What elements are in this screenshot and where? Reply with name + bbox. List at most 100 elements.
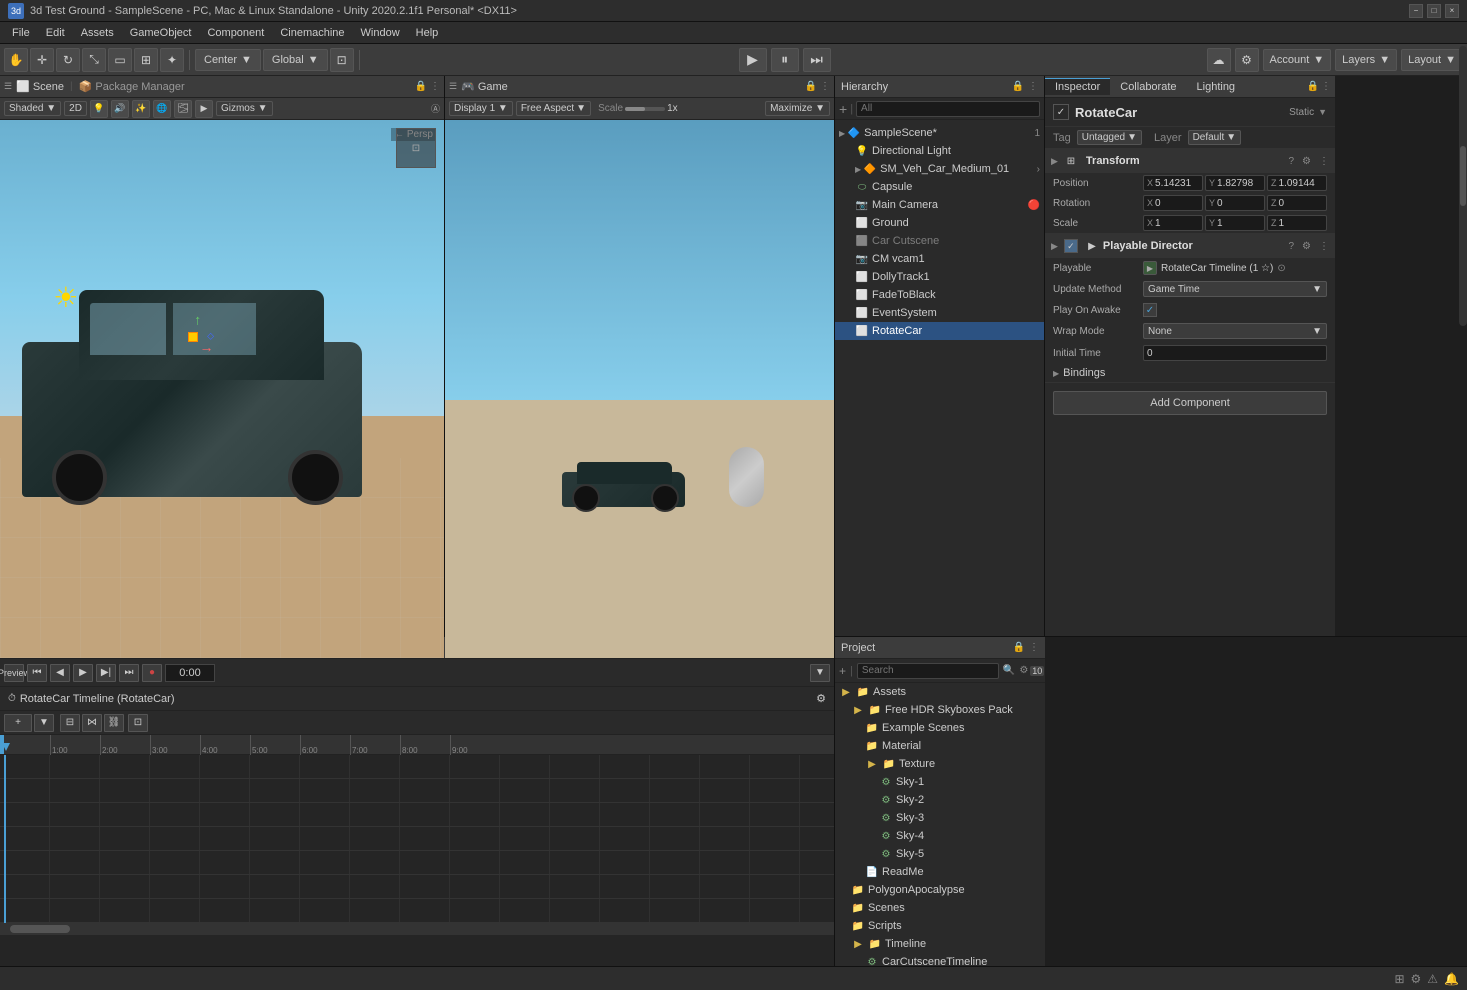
transform-menu[interactable]: ⋮ xyxy=(1319,156,1329,167)
play-button[interactable]: ▶ xyxy=(739,48,767,72)
proj-sky4[interactable]: ⚙ Sky-4 xyxy=(835,827,1045,845)
hier-item-camera[interactable]: 📷 Main Camera 🔴 xyxy=(835,196,1044,214)
timeline-scrollbar-thumb[interactable] xyxy=(10,925,70,933)
timeline-join-btn[interactable]: ⋈ xyxy=(82,714,102,732)
scene-light-btn[interactable]: 💡 xyxy=(90,100,108,118)
hier-item-rotatecar[interactable]: ⬜ RotateCar xyxy=(835,322,1044,340)
menu-file[interactable]: File xyxy=(4,25,38,41)
timeline-dropdown-btn[interactable]: ▼ xyxy=(810,664,830,682)
proj-readme[interactable]: 📄 ReadMe xyxy=(835,863,1045,881)
menu-edit[interactable]: Edit xyxy=(38,25,73,41)
position-y[interactable]: Y 1.82798 xyxy=(1205,175,1265,191)
aspect-dropdown[interactable]: Free Aspect ▼ xyxy=(516,101,591,116)
transform-header[interactable]: ▶ ⊞ Transform ? ⚙ ⋮ xyxy=(1045,149,1335,173)
pause-button[interactable]: ⏸ xyxy=(771,48,799,72)
scene-lock-icon[interactable]: 🔒 xyxy=(415,81,427,92)
hier-item-eventsystem[interactable]: ⬜ EventSystem xyxy=(835,304,1044,322)
transform-tool-button[interactable]: ⊞ xyxy=(134,48,158,72)
tag-dropdown[interactable]: Untagged ▼ xyxy=(1077,130,1142,145)
timeline-prev-button[interactable]: ◀ xyxy=(50,664,70,682)
proj-assets[interactable]: ▶ 📁 Assets xyxy=(835,683,1045,701)
collab-button[interactable]: ⚙ xyxy=(1235,48,1259,72)
proj-sky3[interactable]: ⚙ Sky-3 xyxy=(835,809,1045,827)
playdir-enable[interactable]: ✓ xyxy=(1064,239,1078,253)
project-add[interactable]: + xyxy=(839,664,846,678)
maximize-dropdown[interactable]: Maximize ▼ xyxy=(765,101,830,116)
timeline-trim-btn[interactable]: ⊡ xyxy=(128,714,148,732)
proj-material[interactable]: 📁 Material xyxy=(835,737,1045,755)
hier-item-car[interactable]: ▶ 🔶 SM_Veh_Car_Medium_01 › xyxy=(835,160,1044,178)
hier-item-samplescene[interactable]: ▶ 🔷 SampleScene* 1 xyxy=(835,124,1044,142)
game-lock-icon[interactable]: 🔒 xyxy=(805,81,817,92)
proj-scripts[interactable]: 📁 Scripts xyxy=(835,917,1045,935)
timeline-add-dropdown[interactable]: ▼ xyxy=(34,714,54,732)
snap-button[interactable]: ⊡ xyxy=(330,48,354,72)
timeline-time[interactable]: 0:00 xyxy=(165,664,215,682)
close-button[interactable]: × xyxy=(1445,4,1459,18)
menu-cinemachine[interactable]: Cinemachine xyxy=(272,25,352,41)
proj-sky2[interactable]: ⚙ Sky-2 xyxy=(835,791,1045,809)
timeline-play-button[interactable]: ▶ xyxy=(73,664,93,682)
status-icon-4[interactable]: 🔔 xyxy=(1444,972,1459,986)
layer-dropdown[interactable]: Default ▼ xyxy=(1188,130,1242,145)
proj-carcutscenetimeline[interactable]: ⚙ CarCutsceneTimeline xyxy=(835,953,1045,966)
hier-item-dirlight[interactable]: 💡 Directional Light xyxy=(835,142,1044,160)
menu-window[interactable]: Window xyxy=(353,25,408,41)
custom-tool-button[interactable]: ✦ xyxy=(160,48,184,72)
scene-anim-btn[interactable]: ▶ xyxy=(195,100,213,118)
scene-fog-btn[interactable]: 🌫 xyxy=(174,100,192,118)
rotate-tool-button[interactable]: ↻ xyxy=(56,48,80,72)
menu-help[interactable]: Help xyxy=(408,25,447,41)
nav-cube[interactable]: ⊡ xyxy=(396,128,436,168)
menu-component[interactable]: Component xyxy=(199,25,272,41)
shading-dropdown[interactable]: Shaded ▼ xyxy=(4,101,61,116)
rotation-x[interactable]: X 0 xyxy=(1143,195,1203,211)
scene-skybox-btn[interactable]: 🌐 xyxy=(153,100,171,118)
static-arrow[interactable]: ▼ xyxy=(1318,107,1327,117)
hier-item-ground[interactable]: ⬜ Ground xyxy=(835,214,1044,232)
rotation-z[interactable]: Z 0 xyxy=(1267,195,1327,211)
proj-scenes[interactable]: 📁 Scenes xyxy=(835,899,1045,917)
status-icon-3[interactable]: ⚠ xyxy=(1427,972,1438,986)
transform-help[interactable]: ? xyxy=(1288,156,1294,167)
project-filter-icon[interactable]: ⚙ xyxy=(1019,665,1028,676)
scene-audio-btn[interactable]: 🔊 xyxy=(111,100,129,118)
2d-button[interactable]: 2D xyxy=(64,101,87,116)
project-menu[interactable]: ⋮ xyxy=(1029,642,1039,653)
scale-tool-button[interactable]: ⤡ xyxy=(82,48,106,72)
scale-z[interactable]: Z 1 xyxy=(1267,215,1327,231)
initial-time-field[interactable]: 0 xyxy=(1143,345,1327,361)
proj-texture[interactable]: ▶ 📁 Texture xyxy=(835,755,1045,773)
play-on-awake-checkbox[interactable]: ✓ xyxy=(1143,303,1157,317)
scene-menu-icon[interactable]: ⋮ xyxy=(430,81,440,92)
status-icon-1[interactable]: ⊞ xyxy=(1394,972,1404,986)
inspector-menu[interactable]: ⋮ xyxy=(1321,81,1331,92)
layout-dropdown[interactable]: Layout ▼ xyxy=(1401,49,1463,71)
hand-tool-button[interactable]: ✋ xyxy=(4,48,28,72)
maximize-button[interactable]: □ xyxy=(1427,4,1441,18)
hierarchy-lock[interactable]: 🔒 xyxy=(1012,81,1024,92)
hierarchy-search-input[interactable] xyxy=(856,101,1040,117)
preview-button[interactable]: Preview xyxy=(4,664,24,682)
scale-x[interactable]: X 1 xyxy=(1143,215,1203,231)
update-method-dropdown[interactable]: Game Time ▼ xyxy=(1143,281,1327,297)
hierarchy-menu[interactable]: ⋮ xyxy=(1028,81,1038,92)
timeline-add-button[interactable]: + xyxy=(4,714,32,732)
position-z[interactable]: Z 1.09144 xyxy=(1267,175,1327,191)
inspector-lock[interactable]: 🔒 xyxy=(1307,81,1319,92)
layers-dropdown[interactable]: Layers ▼ xyxy=(1335,49,1397,71)
add-component-button[interactable]: Add Component xyxy=(1053,391,1327,415)
center-toggle[interactable]: Center ▼ xyxy=(195,49,261,71)
project-lock[interactable]: 🔒 xyxy=(1013,642,1025,653)
playdir-settings[interactable]: ⚙ xyxy=(1302,241,1311,252)
hier-item-capsule[interactable]: ⬭ Capsule xyxy=(835,178,1044,196)
scale-y[interactable]: Y 1 xyxy=(1205,215,1265,231)
status-icon-2[interactable]: ⚙ xyxy=(1411,972,1422,986)
hier-item-carcutscene[interactable]: ⬜ Car Cutscene xyxy=(835,232,1044,250)
hier-item-dollytrack[interactable]: ⬜ DollyTrack1 xyxy=(835,268,1044,286)
proj-timeline-folder[interactable]: ▶ 📁 Timeline xyxy=(835,935,1045,953)
gizmos-dropdown[interactable]: Gizmos ▼ xyxy=(216,101,273,116)
proj-sky5[interactable]: ⚙ Sky-5 xyxy=(835,845,1045,863)
rotation-y[interactable]: Y 0 xyxy=(1205,195,1265,211)
proj-polyapoc[interactable]: 📁 PolygonApocalypse xyxy=(835,881,1045,899)
